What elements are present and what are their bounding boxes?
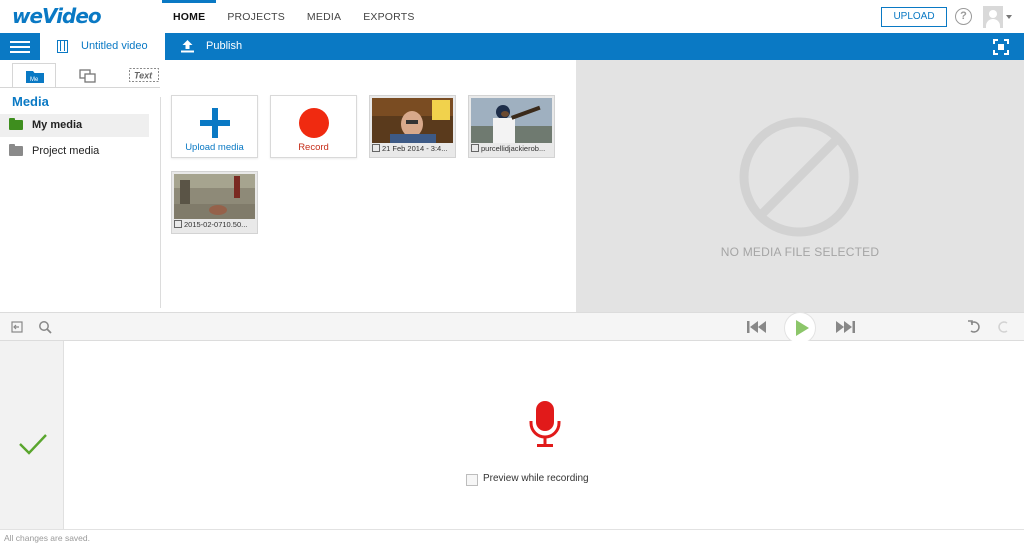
tab-text[interactable]: Text [121, 63, 165, 88]
video-thumbnail [372, 98, 453, 143]
recording-area: Preview while recording [64, 341, 1024, 529]
folder-label: Project media [32, 145, 100, 157]
record-icon [299, 108, 329, 138]
preview-panel: NO MEDIA FILE SELECTED [576, 60, 1024, 312]
record-label: Record [298, 142, 329, 153]
upload-media-button[interactable]: Upload media [171, 95, 258, 158]
media-caption-text: purcellidjackierob... [481, 144, 546, 153]
image-file-icon [471, 144, 479, 152]
project-title-tab[interactable]: Untitled video [40, 33, 165, 60]
panel-divider [160, 97, 161, 308]
question-circle-icon[interactable]: ? [955, 8, 972, 25]
undo-icon[interactable] [967, 320, 981, 334]
upload-media-label: Upload media [185, 142, 244, 153]
media-caption: purcellidjackierob... [471, 144, 553, 156]
skip-forward-icon[interactable] [835, 321, 855, 333]
media-panel: Me Text Media My media Project media Upl… [0, 60, 576, 312]
no-media-message: NO MEDIA FILE SELECTED [720, 245, 880, 259]
image-thumbnail [471, 98, 552, 143]
svg-text:Text: Text [134, 71, 153, 81]
top-navigation: weVideo HOME PROJECTS MEDIA EXPORTS UPLO… [0, 0, 1024, 34]
tab-exports[interactable]: EXPORTS [352, 0, 425, 34]
media-caption-text: 2015-02-0710.50... [184, 220, 248, 229]
redo-icon[interactable] [997, 320, 1011, 334]
play-icon [796, 320, 809, 336]
user-avatar-icon[interactable] [983, 6, 1003, 28]
hamburger-menu-icon[interactable] [10, 41, 30, 53]
status-bar: All changes are saved. [0, 529, 1024, 546]
tab-media-library[interactable]: Me [12, 63, 56, 88]
project-title: Untitled video [81, 40, 148, 52]
media-heading: Media [12, 94, 49, 109]
media-panel-tabs: Me Text [0, 60, 576, 88]
folder-my-media[interactable]: My media [0, 114, 149, 137]
folder-icon [9, 118, 23, 130]
text-icon: Text [129, 68, 159, 82]
wevideo-logo[interactable]: weVideo [12, 4, 102, 28]
media-caption: 2015-02-0710.50... [174, 220, 256, 232]
search-icon[interactable] [38, 320, 52, 334]
no-entry-icon [739, 117, 859, 237]
skip-back-icon[interactable] [747, 321, 767, 333]
wevideo-app: weVideo HOME PROJECTS MEDIA EXPORTS UPLO… [0, 0, 1024, 546]
upload-arrow-icon [181, 40, 194, 53]
folder-project-media[interactable]: Project media [0, 140, 149, 163]
checkmark-icon[interactable] [18, 433, 48, 455]
folder-icon [9, 144, 23, 156]
tabs-underline [0, 87, 160, 88]
upload-button[interactable]: UPLOAD [881, 7, 947, 27]
tab-home[interactable]: HOME [162, 0, 217, 34]
confirm-column [0, 341, 64, 529]
video-thumbnail [174, 174, 255, 219]
media-folder-icon: Me [26, 71, 44, 83]
timeline-toolbar [0, 312, 1024, 344]
preview-while-recording-label: Preview while recording [483, 473, 589, 484]
chevron-down-icon[interactable] [1006, 15, 1012, 19]
svg-text:Me: Me [30, 77, 39, 83]
publish-label: Publish [206, 40, 243, 52]
record-button[interactable]: Record [270, 95, 357, 158]
avatar-head [989, 10, 997, 18]
tab-transitions[interactable] [66, 63, 110, 88]
preview-while-recording-checkbox[interactable]: Preview while recording [466, 473, 616, 487]
folder-label: My media [32, 119, 83, 131]
exit-icon[interactable] [11, 321, 23, 333]
media-caption-text: 21 Feb 2014 - 3:4... [382, 144, 448, 153]
video-file-icon [372, 144, 380, 152]
plus-icon [200, 108, 230, 138]
media-item[interactable]: 21 Feb 2014 - 3:4... [369, 95, 456, 158]
video-file-icon [174, 220, 182, 228]
checkbox[interactable] [466, 474, 478, 486]
project-bar: Untitled video Publish [0, 33, 1024, 60]
tab-media[interactable]: MEDIA [296, 0, 352, 34]
media-item[interactable]: purcellidjackierob... [468, 95, 555, 158]
avatar-body [986, 19, 1000, 28]
tab-projects[interactable]: PROJECTS [216, 0, 296, 34]
save-status: All changes are saved. [4, 533, 90, 543]
fullscreen-icon[interactable] [993, 39, 1009, 55]
media-item[interactable]: 2015-02-0710.50... [171, 171, 258, 234]
transitions-icon [79, 69, 96, 83]
main-tabs: HOME PROJECTS MEDIA EXPORTS [162, 0, 426, 34]
film-icon [57, 40, 68, 53]
microphone-icon[interactable] [528, 399, 562, 449]
media-caption: 21 Feb 2014 - 3:4... [372, 144, 454, 156]
play-button[interactable] [784, 312, 816, 344]
